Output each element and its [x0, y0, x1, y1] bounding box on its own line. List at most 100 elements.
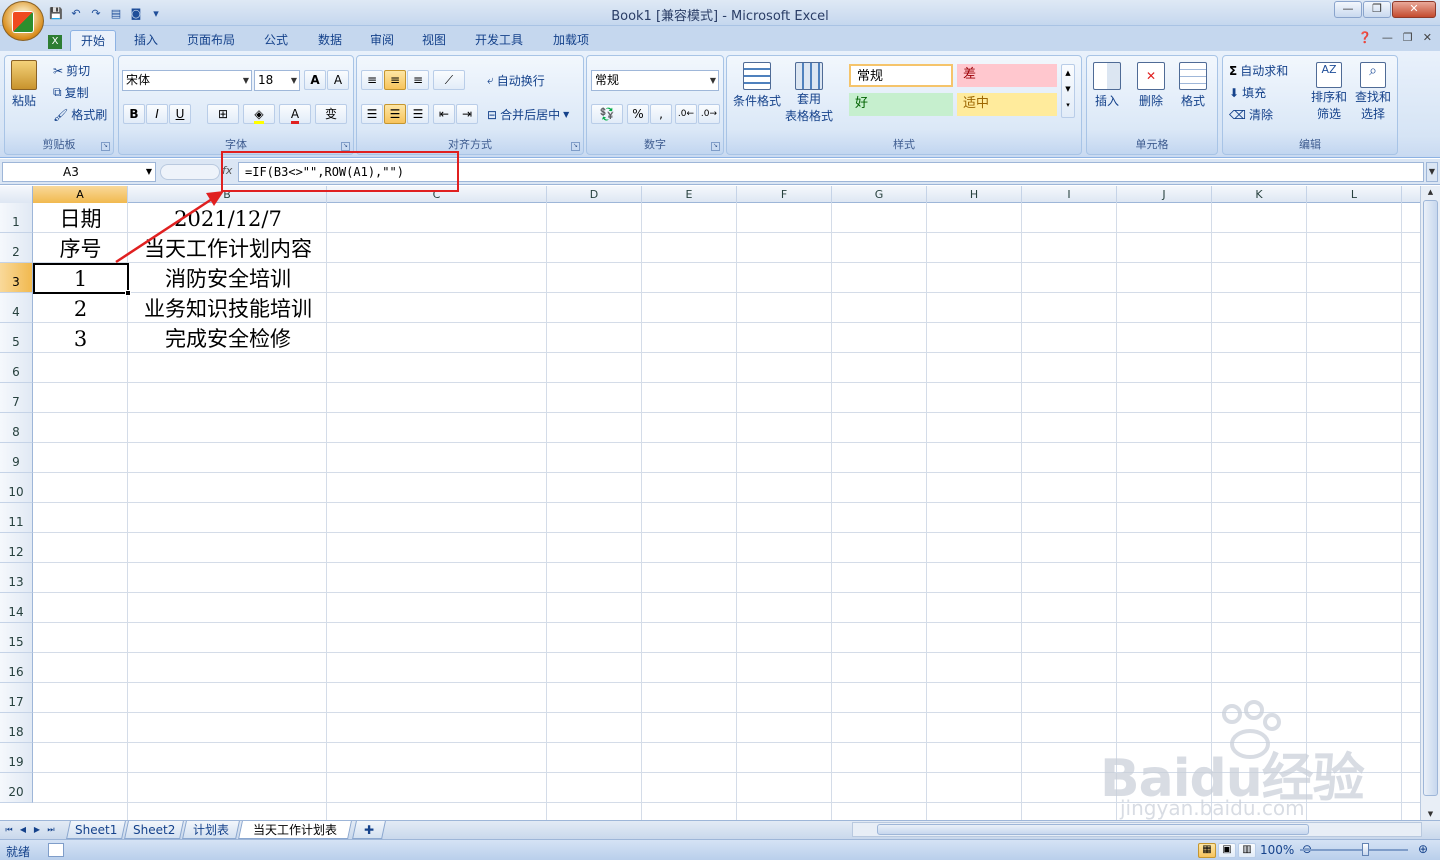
- column-header[interactable]: A: [33, 186, 128, 203]
- accounting-button[interactable]: 💱: [591, 104, 623, 124]
- cell-b5[interactable]: 完成安全检修: [128, 323, 328, 353]
- tab-view[interactable]: 视图: [412, 30, 456, 52]
- horizontal-scrollbar[interactable]: [852, 822, 1422, 837]
- autosum-button[interactable]: Σ 自动求和: [1229, 62, 1288, 79]
- zoom-slider-knob[interactable]: [1362, 843, 1369, 856]
- next-sheet-icon[interactable]: ▶: [32, 824, 42, 836]
- help-icon[interactable]: ❓: [1358, 31, 1372, 44]
- align-middle-button[interactable]: ≡: [384, 70, 406, 90]
- cell-a5[interactable]: 3: [33, 323, 128, 353]
- select-all-corner[interactable]: [0, 186, 33, 203]
- comma-button[interactable]: ,: [650, 104, 672, 124]
- zoom-level[interactable]: 100%: [1260, 843, 1294, 857]
- clear-button[interactable]: ⌫ 清除: [1229, 106, 1273, 123]
- active-cell-border[interactable]: [33, 263, 131, 296]
- orientation-button[interactable]: ⟋: [433, 70, 465, 90]
- cell-b3[interactable]: 消防安全培训: [128, 263, 328, 293]
- border-button[interactable]: ⊞: [207, 104, 239, 124]
- row-header[interactable]: 17: [0, 683, 33, 713]
- restore-button[interactable]: ❐: [1363, 1, 1391, 18]
- row-header[interactable]: 2: [0, 233, 33, 263]
- column-header[interactable]: D: [547, 186, 642, 203]
- row-header[interactable]: 12: [0, 533, 33, 563]
- row-header[interactable]: 13: [0, 563, 33, 593]
- column-header[interactable]: G: [832, 186, 927, 203]
- ribbon-restore-icon[interactable]: ❐: [1403, 31, 1413, 44]
- font-launcher[interactable]: ↘: [341, 142, 350, 151]
- tab-formulas[interactable]: 公式: [254, 30, 298, 52]
- cell-b1[interactable]: 2021/12/7: [128, 203, 328, 233]
- tab-insert[interactable]: 插入: [124, 30, 168, 52]
- grow-font-button[interactable]: A: [304, 70, 326, 90]
- fill-button[interactable]: ⬇ 填充: [1229, 84, 1266, 101]
- number-format-combo[interactable]: 常规 ▼: [591, 70, 719, 91]
- alignment-launcher[interactable]: ↘: [571, 142, 580, 151]
- row-header[interactable]: 7: [0, 383, 33, 413]
- formula-bar-splitter[interactable]: [160, 164, 220, 180]
- format-as-table-button[interactable]: 套用 表格格式: [785, 62, 833, 124]
- row-header[interactable]: 4: [0, 293, 33, 323]
- style-bad[interactable]: 差: [957, 64, 1057, 87]
- font-name-combo[interactable]: 宋体 ▼: [122, 70, 252, 91]
- cell-b2[interactable]: 当天工作计划内容: [128, 233, 328, 263]
- normal-view-icon[interactable]: ▦: [1198, 843, 1216, 858]
- cell-a1[interactable]: 日期: [33, 203, 128, 233]
- scroll-up-icon[interactable]: ▲: [1423, 186, 1438, 198]
- conditional-format-button[interactable]: 条件格式: [733, 62, 781, 109]
- macro-record-icon[interactable]: [48, 843, 64, 857]
- row-header[interactable]: 9: [0, 443, 33, 473]
- prev-sheet-icon[interactable]: ◀: [18, 824, 28, 836]
- number-launcher[interactable]: ↘: [711, 142, 720, 151]
- insert-cells-button[interactable]: 插入: [1093, 62, 1121, 109]
- font-size-combo[interactable]: 18 ▼: [254, 70, 300, 91]
- vertical-scrollbar[interactable]: ▲ ▼: [1420, 186, 1440, 820]
- italic-button[interactable]: I: [146, 104, 168, 124]
- decrease-indent-button[interactable]: ⇤: [433, 104, 455, 124]
- column-header[interactable]: H: [927, 186, 1022, 203]
- decrease-decimal-button[interactable]: .0→: [698, 104, 720, 124]
- vertical-scroll-thumb[interactable]: [1423, 200, 1438, 796]
- tab-developer[interactable]: 开发工具: [464, 30, 534, 52]
- cell-a2[interactable]: 序号: [33, 233, 128, 263]
- row-header[interactable]: 6: [0, 353, 33, 383]
- row-header[interactable]: 11: [0, 503, 33, 533]
- row-header[interactable]: 3: [0, 263, 33, 293]
- cell-a4[interactable]: 2: [33, 293, 128, 323]
- find-select-button[interactable]: ⌕ 查找和 选择: [1355, 62, 1391, 122]
- row-header[interactable]: 1: [0, 203, 33, 233]
- sheet-tab-sheet1[interactable]: Sheet1: [66, 821, 126, 839]
- shrink-font-button[interactable]: A: [327, 70, 349, 90]
- bold-button[interactable]: B: [123, 104, 145, 124]
- name-box[interactable]: A3 ▼: [2, 162, 156, 182]
- style-good[interactable]: 好: [849, 93, 953, 116]
- percent-button[interactable]: %: [627, 104, 649, 124]
- paste-button[interactable]: 粘贴: [11, 60, 37, 109]
- wrap-text-button[interactable]: ⤶ 自动换行: [487, 72, 545, 89]
- align-center-button[interactable]: ☰: [384, 104, 406, 124]
- zoom-slider[interactable]: [1300, 849, 1408, 851]
- row-header[interactable]: 8: [0, 413, 33, 443]
- row-header[interactable]: 16: [0, 653, 33, 683]
- column-header[interactable]: E: [642, 186, 737, 203]
- row-header[interactable]: 19: [0, 743, 33, 773]
- ribbon-minimize-icon[interactable]: —: [1382, 31, 1393, 44]
- expand-formula-bar-button[interactable]: ▼: [1426, 162, 1438, 182]
- style-normal[interactable]: 常规: [849, 64, 953, 87]
- page-layout-view-icon[interactable]: ▣: [1218, 843, 1236, 858]
- tab-data[interactable]: 数据: [308, 30, 352, 52]
- row-header[interactable]: 18: [0, 713, 33, 743]
- zoom-in-icon[interactable]: ⊕: [1418, 842, 1428, 856]
- column-header[interactable]: K: [1212, 186, 1307, 203]
- format-painter-button[interactable]: 🖌 格式刷: [53, 106, 107, 123]
- worksheet-grid[interactable]: ABCDEFGHIJKL 1 2 3 4 5 6 7 8 9 10 11 12 13 14 15 16 17 18…: [0, 186, 1420, 820]
- underline-button[interactable]: U: [169, 104, 191, 124]
- tab-addins[interactable]: 加载项: [544, 30, 598, 52]
- align-left-button[interactable]: ☰: [361, 104, 383, 124]
- close-button[interactable]: ✕: [1392, 1, 1436, 18]
- row-header[interactable]: 20: [0, 773, 33, 803]
- column-header[interactable]: I: [1022, 186, 1117, 203]
- minimize-button[interactable]: —: [1334, 1, 1362, 18]
- insert-sheet-button[interactable]: ✚: [352, 821, 386, 839]
- column-header[interactable]: F: [737, 186, 832, 203]
- sheet-tab-plan[interactable]: 计划表: [182, 821, 240, 839]
